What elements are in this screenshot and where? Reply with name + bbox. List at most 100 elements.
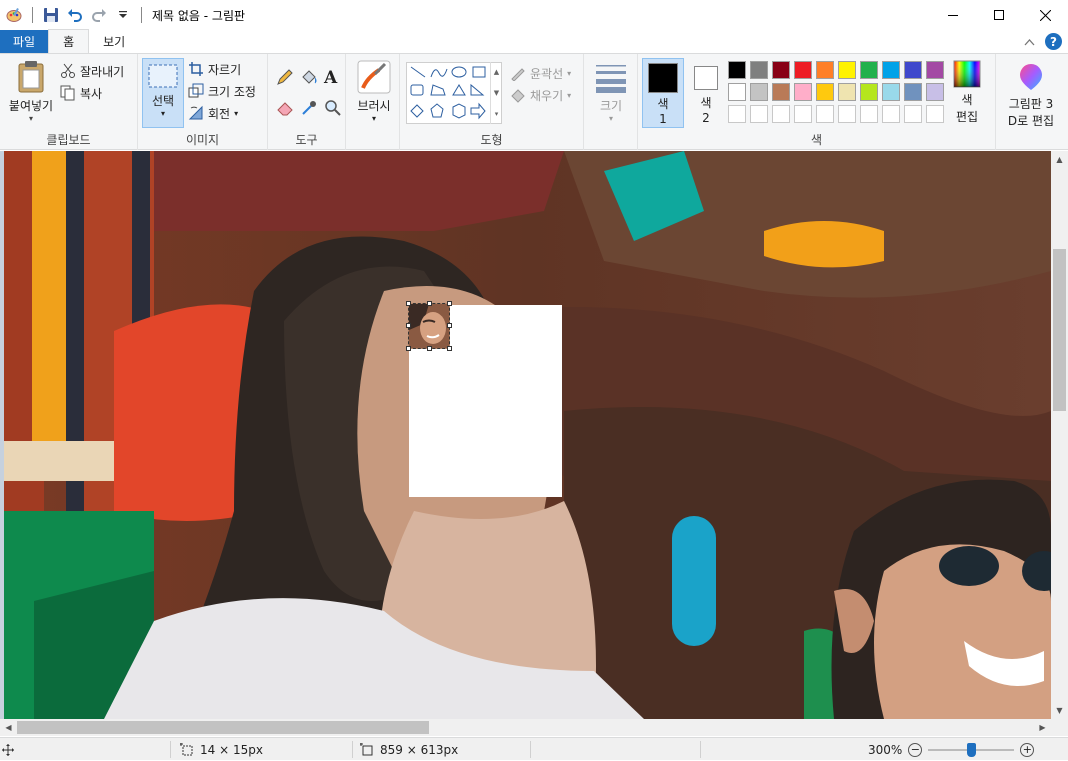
save-icon[interactable] (41, 5, 61, 25)
palette-swatch[interactable] (750, 105, 768, 123)
size-label: 크기 (599, 99, 623, 113)
selection-handle[interactable] (447, 323, 452, 328)
palette-swatch[interactable] (816, 105, 834, 123)
zoom-slider[interactable] (928, 742, 1015, 757)
palette-swatch[interactable] (904, 105, 922, 123)
collapse-ribbon-icon[interactable] (1024, 35, 1035, 49)
scroll-left-arrow-icon[interactable]: ◀ (0, 719, 17, 736)
canvas-image[interactable] (4, 151, 1051, 719)
palette-swatch[interactable] (772, 105, 790, 123)
copy-button[interactable]: 복사 (60, 82, 124, 104)
palette-swatch[interactable] (882, 105, 900, 123)
palette-swatch[interactable] (728, 61, 746, 79)
eraser-icon[interactable] (276, 99, 300, 120)
fill-label: 채우기 (530, 88, 564, 103)
minimize-button[interactable] (930, 0, 976, 30)
palette-swatch[interactable] (728, 105, 746, 123)
scroll-down-icon[interactable]: ▼ (494, 89, 499, 97)
scroll-down-arrow-icon[interactable]: ▼ (1051, 702, 1068, 719)
tab-file[interactable]: 파일 (0, 30, 49, 53)
brushes-button[interactable]: 브러시 ▾ (354, 60, 394, 123)
rotate-button[interactable]: 회전 ▾ (188, 102, 256, 124)
palette-swatch[interactable] (750, 83, 768, 101)
selection-handle[interactable] (406, 346, 411, 351)
palette-swatch[interactable] (860, 61, 878, 79)
canvas-area[interactable] (0, 151, 1068, 719)
selection-handle[interactable] (427, 301, 432, 306)
palette-swatch[interactable] (838, 105, 856, 123)
select-button[interactable]: 선택 ▾ (142, 58, 184, 128)
selection-handle[interactable] (406, 323, 411, 328)
selection-handle[interactable] (406, 301, 411, 306)
palette-swatch[interactable] (816, 61, 834, 79)
text-tool-icon[interactable]: A (324, 68, 348, 89)
fill-bucket-icon[interactable] (300, 68, 324, 89)
palette-swatch[interactable] (816, 83, 834, 101)
scroll-up-icon[interactable]: ▲ (494, 68, 499, 76)
scroll-up-arrow-icon[interactable]: ▲ (1051, 151, 1068, 168)
paste-button[interactable]: 붙여넣기 ▾ (6, 60, 56, 123)
palette-swatch[interactable] (904, 83, 922, 101)
color2-button[interactable]: 색 2 (688, 58, 724, 128)
cut-button[interactable]: 잘라내기 (60, 60, 124, 82)
tab-home[interactable]: 홈 (48, 29, 90, 53)
fill-button[interactable]: 채우기 ▾ (510, 84, 571, 106)
palette-swatch[interactable] (750, 61, 768, 79)
edit-colors-button[interactable]: 색 편집 (950, 60, 984, 125)
paint3d-group: 그림판 3 D로 편집 (996, 54, 1068, 150)
palette-swatch[interactable] (882, 83, 900, 101)
palette-swatch[interactable] (838, 83, 856, 101)
shapes-gallery[interactable] (406, 62, 502, 124)
selection-handle[interactable] (447, 301, 452, 306)
color1-button[interactable]: 색 1 (642, 58, 684, 128)
customize-toolbar-icon[interactable] (113, 5, 133, 25)
crop-button[interactable]: 자르기 (188, 58, 256, 80)
color-picker-icon[interactable] (300, 99, 324, 120)
palette-swatch[interactable] (772, 61, 790, 79)
undo-icon[interactable] (65, 5, 85, 25)
paint-app-icon[interactable] (4, 5, 24, 25)
palette-swatch[interactable] (860, 83, 878, 101)
scroll-right-arrow-icon[interactable]: ▶ (1034, 719, 1051, 736)
selection-handle[interactable] (447, 346, 452, 351)
shapes-gallery-scroll[interactable]: ▲ ▼ ▾ (490, 62, 502, 124)
pencil-icon[interactable] (276, 68, 300, 89)
colors-group: 색 1 색 2 색 편집 색 (638, 54, 996, 150)
palette-swatch[interactable] (794, 83, 812, 101)
edit-with-paint3d-button[interactable]: 그림판 3 D로 편집 (1000, 62, 1062, 129)
maximize-button[interactable] (976, 0, 1022, 30)
zoom-in-button[interactable]: + (1020, 742, 1035, 757)
palette-swatch[interactable] (794, 105, 812, 123)
horizontal-scrollbar[interactable]: ◀ ▶ (0, 719, 1051, 736)
outline-icon (511, 68, 525, 81)
vertical-scroll-thumb[interactable] (1053, 249, 1066, 411)
palette-swatch[interactable] (926, 105, 944, 123)
zoom-out-button[interactable]: − (908, 742, 923, 757)
selection-handle[interactable] (427, 346, 432, 351)
palette-swatch[interactable] (728, 83, 746, 101)
resize-button[interactable]: 크기 조정 (188, 80, 256, 102)
brushes-label: 브러시 (357, 99, 391, 113)
vertical-scrollbar[interactable]: ▲ ▼ (1051, 151, 1068, 719)
status-bar: 14 × 15px 859 × 613px 300% − + (0, 737, 1068, 760)
palette-swatch[interactable] (860, 105, 878, 123)
zoom-slider-thumb[interactable] (966, 742, 976, 757)
palette-swatch[interactable] (882, 61, 900, 79)
palette-swatch[interactable] (904, 61, 922, 79)
help-icon[interactable]: ? (1045, 33, 1062, 50)
tab-view[interactable]: 보기 (89, 30, 139, 53)
cursor-position (2, 738, 14, 761)
expand-gallery-icon[interactable]: ▾ (495, 110, 499, 118)
redo-icon[interactable] (89, 5, 109, 25)
palette-swatch[interactable] (926, 83, 944, 101)
palette-swatch[interactable] (772, 83, 790, 101)
palette-swatch[interactable] (838, 61, 856, 79)
palette-swatch[interactable] (926, 61, 944, 79)
palette-swatch[interactable] (794, 61, 812, 79)
magnifier-icon[interactable] (324, 99, 348, 120)
size-button[interactable]: 크기 ▾ (592, 62, 630, 123)
horizontal-scroll-thumb[interactable] (17, 721, 429, 734)
selection-box[interactable] (406, 301, 452, 351)
outline-button[interactable]: 윤곽선 ▾ (510, 62, 571, 84)
close-button[interactable] (1022, 0, 1068, 30)
